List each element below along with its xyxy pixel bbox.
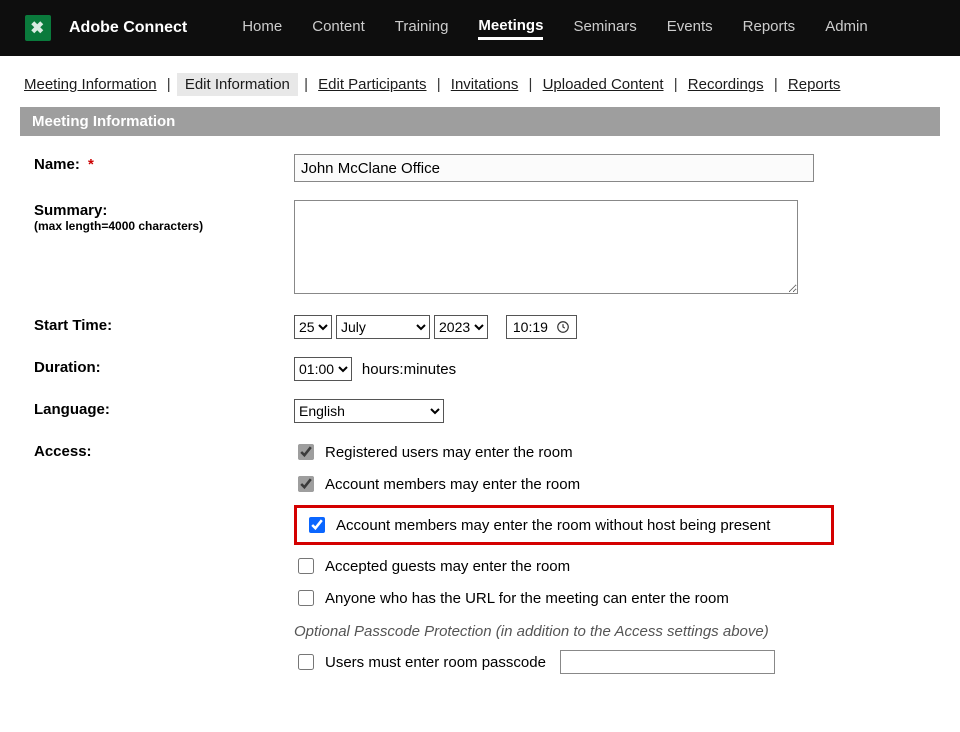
nav-meetings[interactable]: Meetings (478, 17, 543, 40)
access-label-members: Account members may enter the room (325, 476, 580, 493)
brand-logo (25, 15, 51, 41)
section-header: Meeting Information (20, 107, 940, 136)
label-access: Access: (34, 441, 294, 460)
label-language: Language: (34, 399, 294, 418)
nav-seminars[interactable]: Seminars (573, 18, 636, 38)
subnav-sep: | (529, 76, 533, 93)
name-input[interactable] (294, 154, 814, 182)
subnav-invitations[interactable]: Invitations (447, 74, 523, 95)
subnav-uploaded-content[interactable]: Uploaded Content (539, 74, 668, 95)
row-duration: Duration: 01:00 hours:minutes (34, 357, 934, 381)
access-check-anyone-url[interactable] (298, 590, 314, 606)
duration-unit: hours:minutes (362, 361, 456, 378)
language-select[interactable]: English (294, 399, 444, 423)
passcode-input[interactable] (560, 650, 775, 674)
start-month-select[interactable]: July (336, 315, 430, 339)
access-label-guests: Accepted guests may enter the room (325, 558, 570, 575)
label-duration: Duration: (34, 357, 294, 376)
access-option-members[interactable]: Account members may enter the room (294, 473, 934, 495)
access-list: Registered users may enter the room Acco… (294, 441, 934, 674)
subnav-edit-info[interactable]: Edit Information (177, 73, 298, 96)
summary-textarea[interactable] (294, 200, 798, 294)
access-label-registered: Registered users may enter the room (325, 444, 573, 461)
access-option-guests[interactable]: Accepted guests may enter the room (294, 555, 934, 577)
label-summary-text: Summary: (34, 202, 107, 219)
nav-home[interactable]: Home (242, 18, 282, 38)
access-check-registered[interactable] (298, 444, 314, 460)
sub-nav: Meeting Information | Edit Information |… (20, 76, 940, 93)
row-language: Language: English (34, 399, 934, 423)
nav-reports[interactable]: Reports (743, 18, 796, 38)
access-option-passcode[interactable]: Users must enter room passcode (294, 650, 934, 674)
top-nav: Home Content Training Meetings Seminars … (242, 17, 868, 40)
optional-passcode-note: Optional Passcode Protection (in additio… (294, 623, 934, 640)
clock-icon (556, 320, 570, 334)
row-name: Name: * (34, 154, 934, 182)
subnav-recordings[interactable]: Recordings (684, 74, 768, 95)
access-option-anyone-url[interactable]: Anyone who has the URL for the meeting c… (294, 587, 934, 609)
top-bar: Adobe Connect Home Content Training Meet… (0, 0, 960, 56)
nav-events[interactable]: Events (667, 18, 713, 38)
access-check-members[interactable] (298, 476, 314, 492)
content-area: Meeting Information | Edit Information |… (0, 56, 960, 732)
edit-form: Name: * Summary: (max length=4000 charac… (20, 154, 940, 674)
subnav-sep: | (304, 76, 308, 93)
access-option-registered[interactable]: Registered users may enter the room (294, 441, 934, 463)
label-summary-sub: (max length=4000 characters) (34, 219, 294, 233)
row-summary: Summary: (max length=4000 characters) (34, 200, 934, 297)
label-summary: Summary: (max length=4000 characters) (34, 200, 294, 233)
nav-admin[interactable]: Admin (825, 18, 868, 38)
label-name-text: Name: (34, 156, 80, 173)
brand-label: Adobe Connect (69, 19, 187, 37)
nav-content[interactable]: Content (312, 18, 365, 38)
label-name: Name: * (34, 154, 294, 173)
subnav-sep: | (774, 76, 778, 93)
start-year-select[interactable]: 2023 (434, 315, 488, 339)
subnav-sep: | (437, 76, 441, 93)
access-label-no-host: Account members may enter the room witho… (336, 517, 770, 534)
duration-select[interactable]: 01:00 (294, 357, 352, 381)
access-check-passcode[interactable] (298, 654, 314, 670)
start-day-select[interactable]: 25 (294, 315, 332, 339)
subnav-edit-participants[interactable]: Edit Participants (314, 74, 430, 95)
connect-icon (29, 19, 47, 37)
subnav-sep: | (167, 76, 171, 93)
access-option-highlighted-box: Account members may enter the room witho… (294, 505, 834, 545)
access-label-anyone-url: Anyone who has the URL for the meeting c… (325, 590, 729, 607)
subnav-sep: | (674, 76, 678, 93)
access-label-passcode: Users must enter room passcode (325, 654, 546, 671)
required-marker: * (88, 156, 94, 173)
label-start-time: Start Time: (34, 315, 294, 334)
access-option-no-host[interactable]: Account members may enter the room witho… (305, 514, 823, 536)
subnav-meeting-info[interactable]: Meeting Information (20, 74, 161, 95)
start-time-value: 10:19 (513, 319, 548, 335)
access-check-guests[interactable] (298, 558, 314, 574)
start-time-field[interactable]: 10:19 (506, 315, 577, 339)
row-access: Access: Registered users may enter the r… (34, 441, 934, 674)
nav-training[interactable]: Training (395, 18, 449, 38)
access-check-no-host[interactable] (309, 517, 325, 533)
row-start-time: Start Time: 25 July 2023 10:19 (34, 315, 934, 339)
subnav-reports[interactable]: Reports (784, 74, 845, 95)
